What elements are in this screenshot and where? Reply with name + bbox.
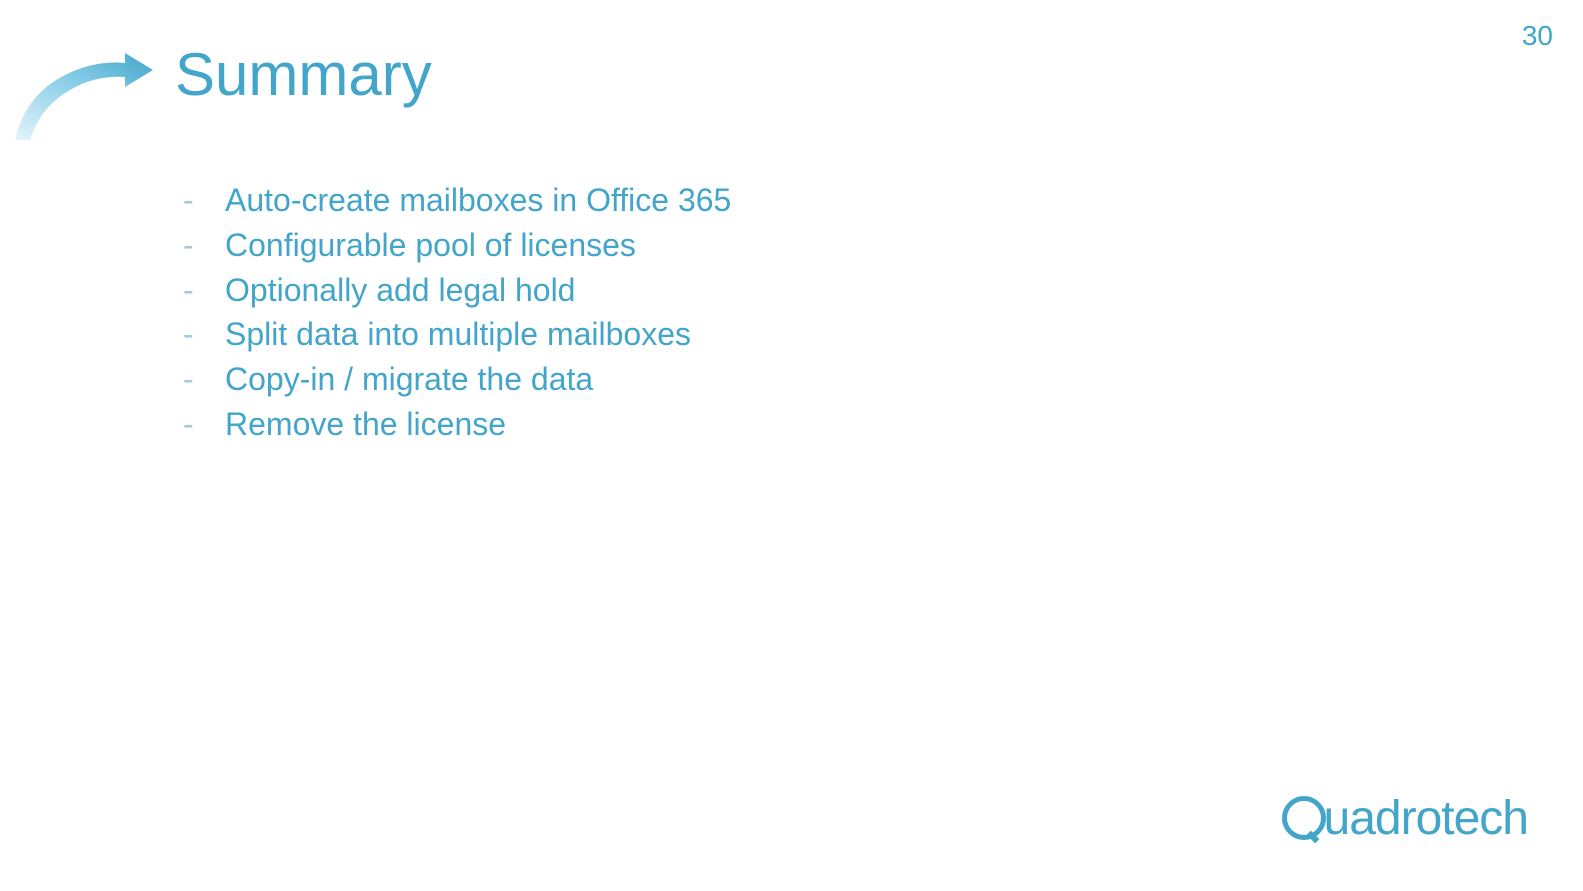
list-item: Copy-in / migrate the data	[175, 357, 731, 402]
list-item: Optionally add legal hold	[175, 268, 731, 313]
list-item: Configurable pool of licenses	[175, 223, 731, 268]
page-number: 30	[1522, 20, 1553, 52]
company-logo: uadrotech	[1282, 791, 1529, 846]
slide-title: Summary	[175, 40, 432, 109]
logo-text: uadrotech	[1324, 792, 1529, 845]
bullet-list: Auto-create mailboxes in Office 365 Conf…	[175, 178, 731, 447]
logo-q-icon	[1282, 796, 1326, 840]
list-item: Auto-create mailboxes in Office 365	[175, 178, 731, 223]
list-item: Remove the license	[175, 402, 731, 447]
decorative-arrow-icon	[5, 45, 160, 145]
list-item: Split data into multiple mailboxes	[175, 312, 731, 357]
